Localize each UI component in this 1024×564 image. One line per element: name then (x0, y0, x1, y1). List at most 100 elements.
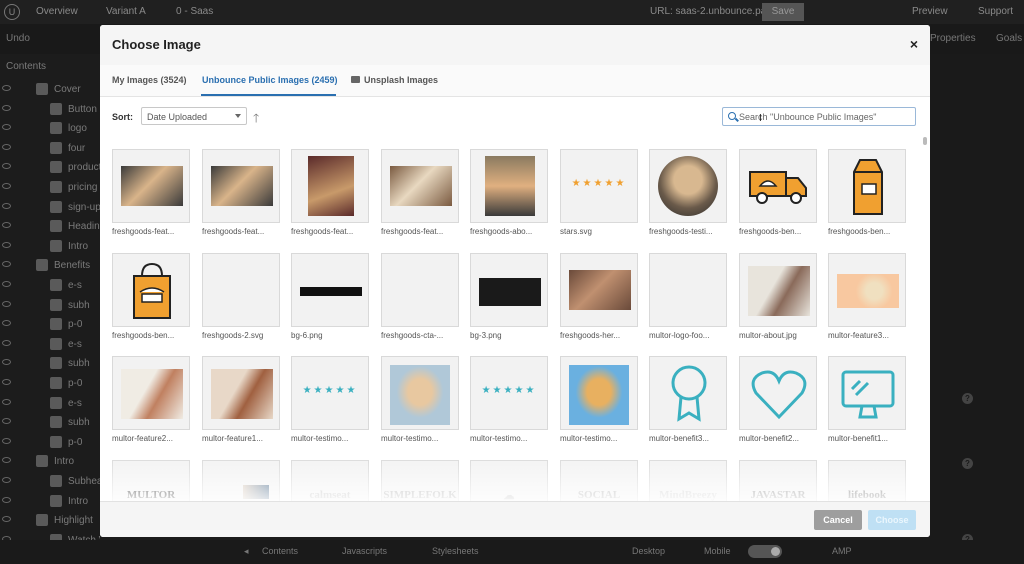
eye-icon[interactable] (2, 183, 11, 189)
image-thumbnail[interactable]: SOCIAL (560, 460, 638, 501)
image-thumbnail[interactable] (470, 149, 548, 223)
cancel-button[interactable]: Cancel (814, 510, 862, 530)
desktop-view-button[interactable]: Desktop (632, 546, 665, 556)
tab-unsplash-images[interactable]: Unsplash Images (351, 75, 438, 85)
search-box[interactable] (722, 107, 916, 126)
layer-item[interactable]: Cover (0, 82, 100, 98)
image-card[interactable]: lifebook (828, 460, 906, 501)
eye-icon[interactable] (2, 281, 11, 287)
image-card[interactable]: freshgoods-abo... (470, 149, 548, 245)
properties-tab[interactable]: Properties (930, 33, 976, 44)
sort-dropdown[interactable]: Date Uploaded (141, 107, 247, 125)
image-thumbnail[interactable]: SIMPLEFOLK (381, 460, 459, 501)
layer-item[interactable]: logo (0, 121, 100, 137)
eye-icon[interactable] (2, 143, 11, 150)
preview-button[interactable]: Preview (912, 6, 948, 17)
layer-item[interactable]: p-0 (0, 317, 100, 333)
eye-icon[interactable] (2, 222, 11, 229)
sort-direction-arrow-up-icon[interactable]: 🡑 (253, 109, 259, 130)
collapse-icon[interactable]: ◂ (244, 546, 249, 557)
eye-icon[interactable] (2, 320, 11, 327)
image-card[interactable]: ★★★★★ multor-testimo... (470, 356, 548, 452)
image-thumbnail[interactable]: ★★★★★ (470, 356, 548, 430)
image-card[interactable]: multor-benefit2... (739, 356, 817, 452)
stylesheets-button[interactable]: Stylesheets (432, 546, 479, 556)
scrollbar[interactable] (923, 137, 927, 145)
image-thumbnail[interactable] (828, 149, 906, 223)
image-card[interactable]: freshgoods-her... (560, 253, 638, 349)
image-thumbnail[interactable] (470, 253, 548, 327)
image-thumbnail[interactable] (202, 460, 280, 501)
image-card[interactable]: calmseat (291, 460, 369, 501)
image-card[interactable]: MindBreezy (649, 460, 727, 501)
image-thumbnail[interactable] (202, 253, 280, 327)
layer-item[interactable]: sign-up (0, 200, 100, 216)
image-thumbnail[interactable] (560, 356, 638, 430)
image-card[interactable]: freshgoods-feat... (291, 149, 369, 245)
image-card[interactable]: freshgoods-2.svg (202, 253, 280, 349)
image-card[interactable]: multor-benefit3... (649, 356, 727, 452)
search-input[interactable] (739, 110, 913, 123)
support-link[interactable]: Support (978, 6, 1013, 17)
layer-item[interactable]: Heading (0, 219, 100, 235)
image-thumbnail[interactable]: MindBreezy (649, 460, 727, 501)
layer-item[interactable]: Intro (0, 454, 100, 470)
page-url[interactable]: URL: saas-2.unbounce.page (650, 6, 777, 17)
help-icon[interactable]: ? (962, 393, 973, 404)
image-card[interactable]: multor-logo-foo... (649, 253, 727, 349)
tab-my-images[interactable]: My Images (3524) (112, 75, 187, 85)
overview-link[interactable]: Overview (36, 6, 78, 17)
image-thumbnail[interactable] (739, 253, 817, 327)
layer-item[interactable]: subh (0, 415, 100, 431)
eye-icon[interactable] (2, 516, 11, 523)
eye-icon[interactable] (2, 437, 11, 444)
image-thumbnail[interactable] (739, 149, 817, 223)
image-thumbnail[interactable] (560, 253, 638, 327)
eye-icon[interactable] (2, 124, 11, 131)
image-card[interactable]: SOCIAL (560, 460, 638, 501)
eye-icon[interactable] (2, 379, 11, 385)
help-icon[interactable]: ? (962, 458, 973, 469)
layer-item[interactable]: Intro (0, 239, 100, 255)
javascripts-button[interactable]: Javascripts (342, 546, 387, 556)
image-thumbnail[interactable]: MULTOR (112, 460, 190, 501)
image-thumbnail[interactable] (828, 356, 906, 430)
image-card[interactable]: multor-testimo... (560, 356, 638, 452)
layer-item[interactable]: Highlight (0, 513, 100, 529)
layer-item[interactable]: subh (0, 298, 100, 314)
image-thumbnail[interactable] (291, 253, 369, 327)
image-thumbnail[interactable]: ★★★★★ (291, 356, 369, 430)
image-thumbnail[interactable] (112, 253, 190, 327)
image-thumbnail[interactable] (202, 356, 280, 430)
image-card[interactable]: MULTOR (112, 460, 190, 501)
tab-unbounce-public-images[interactable]: Unbounce Public Images (2459) (202, 75, 338, 85)
layer-item[interactable]: e-s (0, 396, 100, 412)
image-thumbnail[interactable]: JAVASTAR (739, 460, 817, 501)
image-card[interactable]: multor-feature2... (112, 356, 190, 452)
eye-icon[interactable] (2, 398, 11, 405)
eye-icon[interactable] (2, 418, 11, 425)
eye-icon[interactable] (2, 104, 11, 111)
mobile-view-button[interactable]: Mobile (704, 546, 731, 556)
image-thumbnail[interactable] (112, 356, 190, 430)
eye-icon[interactable] (2, 496, 11, 503)
image-thumbnail[interactable] (112, 149, 190, 223)
image-thumbnail[interactable]: calmseat (291, 460, 369, 501)
eye-icon[interactable] (2, 457, 11, 464)
eye-icon[interactable] (2, 241, 11, 248)
image-card[interactable]: freshgoods-feat... (381, 149, 459, 245)
eye-icon[interactable] (2, 339, 11, 346)
layer-item[interactable]: Intro (0, 494, 100, 510)
layer-item[interactable]: e-s (0, 337, 100, 353)
image-thumbnail[interactable]: ★★★★★ (560, 149, 638, 223)
image-card[interactable]: ★★★★★ stars.svg (560, 149, 638, 245)
image-card[interactable]: JAVASTAR (739, 460, 817, 501)
image-card[interactable]: bg-3.png (470, 253, 548, 349)
image-card[interactable]: multor-feature3... (828, 253, 906, 349)
image-card[interactable]: multor-testimo... (381, 356, 459, 452)
layer-item[interactable]: pricing (0, 180, 100, 196)
image-card[interactable]: freshgoods-ben... (828, 149, 906, 245)
contents-toggle[interactable]: Contents (262, 546, 298, 556)
image-thumbnail[interactable] (739, 356, 817, 430)
layer-item[interactable]: e-s (0, 278, 100, 294)
